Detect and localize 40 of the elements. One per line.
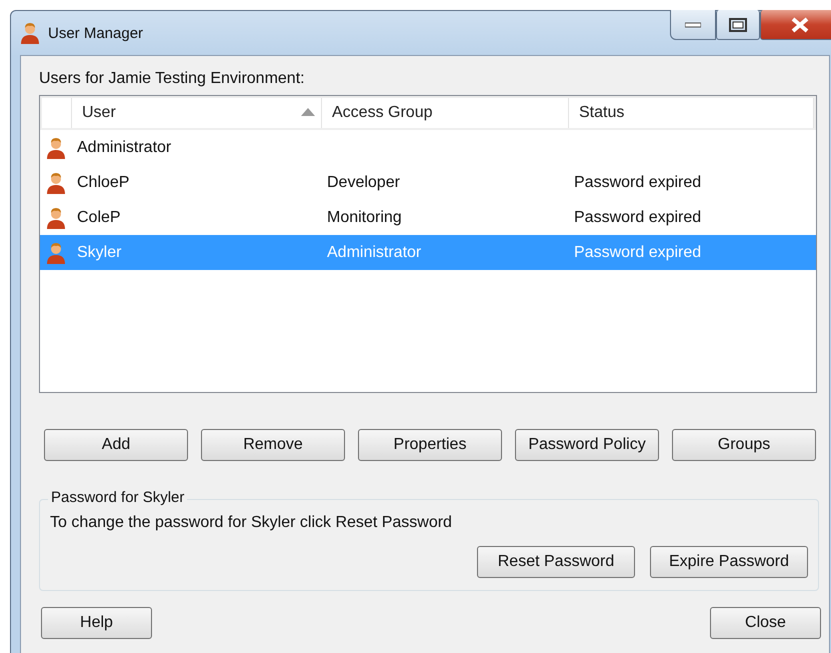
action-button[interactable]: Password Policy	[515, 429, 659, 461]
access-group: Developer	[321, 174, 568, 192]
password-button[interactable]: Reset Password	[477, 546, 635, 578]
group-title: Password for Skyler	[48, 489, 188, 506]
user-name: ChloeP	[76, 174, 130, 192]
access-group: Monitoring	[321, 208, 568, 226]
user-name: ColeP	[76, 208, 122, 226]
footer-button[interactable]: Close	[710, 607, 821, 639]
status-text: Password expired	[573, 174, 702, 192]
action-button[interactable]: Groups	[672, 429, 816, 461]
close-button[interactable]	[760, 10, 831, 40]
status-text: Password expired	[573, 244, 702, 262]
action-button[interactable]: Add	[44, 429, 188, 461]
user-row[interactable]: ColeP Monitoring Password expired	[40, 200, 816, 235]
action-button[interactable]: Properties	[358, 429, 502, 461]
close-icon	[791, 16, 809, 32]
minimize-icon	[685, 22, 701, 28]
footer-button[interactable]: Help	[41, 607, 152, 639]
access-group: Administrator	[321, 244, 568, 262]
user-row[interactable]: Administrator	[40, 130, 816, 165]
user-name: Skyler	[76, 244, 122, 262]
minimize-button[interactable]	[670, 10, 716, 40]
window-title: User Manager	[48, 24, 144, 42]
user-name: Administrator	[76, 138, 172, 156]
user-icon	[20, 22, 40, 44]
password-button[interactable]: Expire Password	[650, 546, 808, 578]
status-text: Password expired	[573, 208, 702, 226]
list-label: Users for Jamie Testing Environment:	[39, 70, 306, 88]
user-icon	[46, 242, 66, 264]
maximize-button[interactable]	[716, 10, 760, 40]
group-text: To change the password for Skyler click Reset Password	[50, 514, 453, 532]
user-icon	[46, 172, 66, 194]
action-button[interactable]: Remove	[201, 429, 345, 461]
column-header[interactable]: User	[72, 98, 322, 128]
maximize-icon	[729, 18, 747, 32]
user-row[interactable]: ChloeP Developer Password expired	[40, 165, 816, 200]
user-icon	[46, 206, 66, 228]
user-icon	[46, 136, 66, 158]
column-header[interactable]: Access Group	[322, 98, 569, 128]
column-header[interactable]: Status	[569, 98, 814, 128]
